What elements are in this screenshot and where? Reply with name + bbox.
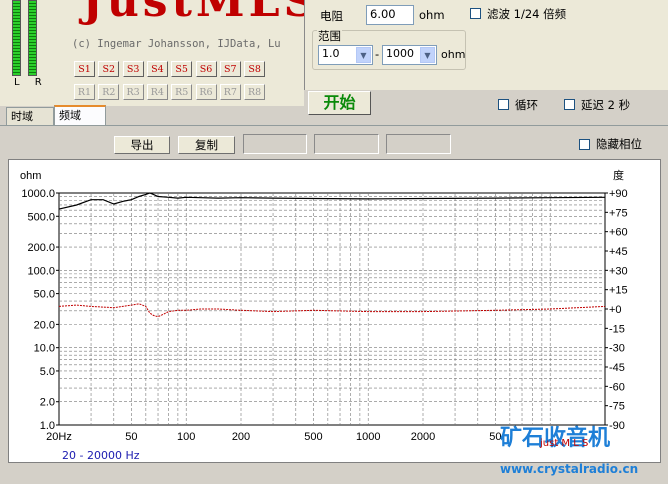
reference-button-r2[interactable]: R2	[98, 84, 120, 100]
copyright-text: (c) Ingemar Johansson, IJData, Lu	[72, 38, 281, 50]
speaker-button-s2[interactable]: S2	[98, 61, 120, 77]
chevron-down-icon[interactable]: ▼	[420, 47, 435, 63]
speaker-button-s4[interactable]: S4	[146, 61, 168, 77]
delay-label: 延迟 2 秒	[581, 98, 631, 112]
speaker-button-s3[interactable]: S3	[122, 61, 144, 77]
y2-tick-label: +75	[609, 207, 628, 219]
plot-frame	[58, 192, 606, 426]
hide-phase-label: 隐藏相位	[596, 137, 642, 151]
range-label: 范围	[317, 28, 342, 44]
y-tick-label: 100.0	[27, 265, 55, 277]
y2-tick-label: +30	[609, 265, 628, 277]
impedance-chart: 1000.0 500.0 200.0 100.0 50.0 20.0 10.0 5.0 2.0 1…	[20, 168, 628, 443]
watermark-url: www.crystalradio.cn	[500, 462, 639, 476]
readout-box-2	[314, 134, 379, 154]
speaker-button-s8[interactable]: S8	[244, 61, 266, 77]
y2-tick-label: +15	[609, 285, 628, 297]
range-min-select[interactable]: 1.0 ▼	[318, 45, 373, 65]
tab-time-domain[interactable]: 时域	[6, 107, 54, 126]
app-logo: JustMLS	[82, 0, 320, 27]
watermark-sub: just M L S	[540, 438, 589, 449]
range-min-value: 1.0	[322, 47, 340, 60]
reference-button-r3[interactable]: R3	[122, 84, 144, 100]
y-tick-label: 10.0	[34, 343, 55, 355]
resistance-label: 电阻	[320, 9, 343, 23]
frequency-range-text: 20 - 20000 Hz	[62, 449, 140, 462]
meter-labels: L R	[14, 77, 48, 88]
y2-tick-label: -75	[609, 401, 625, 413]
y2-tick-label: -30	[609, 343, 625, 355]
range-max-select[interactable]: 1000 ▼	[382, 45, 437, 65]
y-tick-label: 2.0	[40, 397, 55, 409]
x-tick-label: 500	[304, 431, 322, 443]
start-button[interactable]: 开始	[308, 91, 371, 115]
y-tick-label: 1000.0	[21, 188, 55, 200]
level-meter-right	[28, 0, 37, 76]
level-meter-left	[12, 0, 21, 76]
reference-button-r8[interactable]: R8	[244, 84, 266, 100]
y-tick-label: 20.0	[34, 319, 55, 331]
reference-button-r4[interactable]: R4	[146, 84, 168, 100]
export-button[interactable]: 导出	[114, 136, 170, 154]
readout-box-3	[386, 134, 451, 154]
y2-tick-label: +60	[609, 227, 628, 239]
reference-button-r1[interactable]: R1	[74, 84, 95, 100]
copy-button[interactable]: 复制	[178, 136, 235, 154]
y2-tick-label: -90	[609, 420, 625, 432]
speaker-button-s7[interactable]: S7	[219, 61, 241, 77]
y2-tick-label: +45	[609, 246, 628, 258]
y2-tick-label: -45	[609, 362, 625, 374]
x-tick-label: 200	[232, 431, 250, 443]
tab-divider	[0, 125, 668, 126]
delay-checkbox[interactable]	[564, 99, 575, 110]
x-tick-label: 100	[177, 431, 195, 443]
speaker-button-s5[interactable]: S5	[171, 61, 193, 77]
range-separator: -	[375, 47, 380, 61]
hide-phase-checkbox[interactable]	[579, 139, 590, 150]
reference-button-r6[interactable]: R6	[195, 84, 217, 100]
reference-button-r7[interactable]: R7	[219, 84, 241, 100]
x-tick-label: 2000	[411, 431, 435, 443]
y2-tick-label: +0	[609, 304, 622, 316]
y-tick-label: 200.0	[27, 242, 55, 254]
y2-axis-label: 度	[613, 168, 624, 182]
x-tick-label: 20Hz	[46, 431, 72, 443]
loop-label: 循环	[515, 98, 538, 112]
x-tick-label: 50	[125, 431, 137, 443]
speaker-button-s6[interactable]: S6	[195, 61, 217, 77]
y-tick-label: 50.0	[34, 289, 55, 301]
chevron-down-icon[interactable]: ▼	[356, 47, 371, 63]
filter-checkbox[interactable]	[470, 8, 481, 19]
x-tick-label: 1000	[356, 431, 380, 443]
loop-checkbox[interactable]	[498, 99, 509, 110]
filter-label: 滤波 1/24 倍频	[487, 7, 567, 21]
speaker-button-s1[interactable]: S1	[74, 61, 95, 77]
resistance-input[interactable]: 6.00	[366, 5, 414, 25]
tab-frequency-domain[interactable]: 频域	[54, 105, 106, 126]
y2-tick-label: +90	[609, 188, 628, 200]
y2-tick-label: -15	[609, 323, 625, 335]
readout-box-1	[243, 134, 307, 154]
y-tick-label: 500.0	[27, 211, 55, 223]
y-tick-label: 5.0	[40, 366, 55, 378]
range-unit: ohm	[441, 48, 466, 61]
y2-tick-label: -60	[609, 381, 625, 393]
y-axis-label: ohm	[20, 170, 41, 182]
reference-button-r5[interactable]: R5	[171, 84, 193, 100]
range-max-value: 1000	[386, 47, 414, 60]
resistance-unit: ohm	[419, 8, 445, 22]
